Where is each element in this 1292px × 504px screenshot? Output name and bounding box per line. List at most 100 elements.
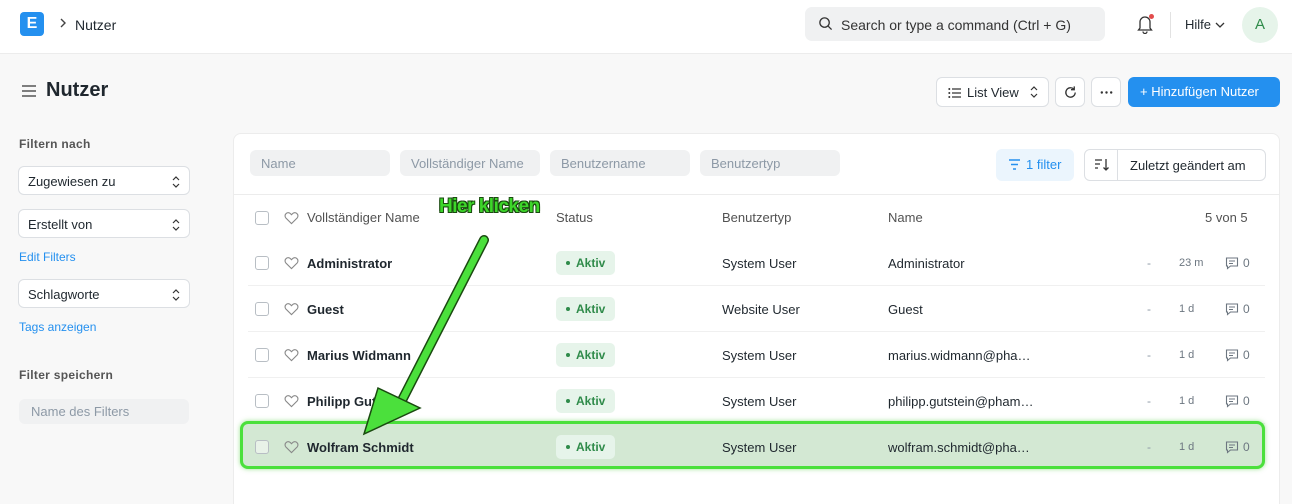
refresh-button[interactable] — [1055, 77, 1085, 107]
user-type-filter-input[interactable]: Benutzertyp — [700, 150, 840, 176]
refresh-icon — [1065, 86, 1076, 98]
created-by-filter[interactable]: Erstellt von — [18, 209, 190, 238]
row-user-type: System User — [722, 394, 797, 409]
row-checkbox[interactable] — [255, 348, 269, 362]
show-tags-link[interactable]: Tags anzeigen — [19, 320, 96, 334]
column-header-status: Status — [556, 210, 593, 225]
search-icon — [819, 17, 833, 31]
assigned-to-label: Zugewiesen zu — [28, 174, 116, 189]
sort-field-label: Zuletzt geändert am — [1130, 158, 1246, 173]
more-icon — [1100, 91, 1113, 94]
nav-divider — [1170, 12, 1171, 38]
edit-filters-link[interactable]: Edit Filters — [19, 250, 76, 264]
row-full-name[interactable]: Guest — [307, 302, 344, 317]
name-filter-placeholder: Name — [261, 156, 296, 171]
app-logo[interactable]: E — [20, 12, 44, 36]
row-checkbox[interactable] — [255, 394, 269, 408]
search-placeholder: Search or type a command (Ctrl + G) — [841, 17, 1071, 33]
user-type-filter-placeholder: Benutzertyp — [711, 156, 781, 171]
username-filter-input[interactable]: Benutzername — [550, 150, 690, 176]
assigned-to-filter[interactable]: Zugewiesen zu — [18, 166, 190, 195]
breadcrumb-chevron-icon — [58, 16, 68, 33]
sort-direction-button[interactable] — [1084, 149, 1118, 181]
row-dash: - — [1147, 440, 1151, 454]
sidebar-toggle-icon[interactable] — [21, 84, 37, 98]
comment-icon — [1225, 395, 1239, 408]
row-name: Guest — [888, 302, 923, 317]
status-badge: Aktiv — [556, 251, 615, 275]
notification-dot — [1149, 14, 1154, 19]
row-user-type: System User — [722, 440, 797, 455]
save-filter-heading: Filter speichern — [19, 368, 114, 382]
full-name-filter-input[interactable]: Vollständiger Name — [400, 150, 540, 176]
filter-heading: Filtern nach — [19, 137, 91, 151]
comment-icon — [1225, 303, 1239, 316]
heart-icon[interactable] — [284, 256, 299, 270]
tags-label: Schlagworte — [28, 287, 100, 302]
heart-icon[interactable] — [284, 394, 299, 408]
status-badge: Aktiv — [556, 343, 615, 367]
sort-field-button[interactable]: Zuletzt geändert am — [1117, 149, 1266, 181]
row-checkbox[interactable] — [255, 302, 269, 316]
list-view-label: List View — [967, 85, 1019, 100]
breadcrumb[interactable]: Nutzer — [75, 17, 116, 33]
row-name: philipp.gutstein@pham… — [888, 394, 1034, 409]
row-comment-count: 0 — [1243, 302, 1250, 316]
filter-name-placeholder: Name des Filters — [31, 404, 130, 419]
filter-count-label: 1 filter — [1026, 157, 1062, 172]
row-modified-time: 1 d — [1179, 303, 1195, 315]
name-filter-input[interactable]: Name — [250, 150, 390, 176]
row-dash: - — [1147, 302, 1151, 316]
add-user-label: + Hinzufügen Nutzer — [1140, 84, 1259, 99]
help-menu[interactable]: Hilfe — [1185, 17, 1211, 32]
column-header-user-type: Benutzertyp — [722, 210, 792, 225]
full-name-filter-placeholder: Vollständiger Name — [411, 156, 524, 171]
select-arrows-icon — [1030, 86, 1038, 98]
list-view-selector[interactable]: List View — [936, 77, 1049, 107]
search-bar[interactable]: Search or type a command (Ctrl + G) — [805, 7, 1105, 41]
row-comment-count: 0 — [1243, 394, 1250, 408]
row-checkbox[interactable] — [255, 256, 269, 270]
annotation-arrow-icon — [362, 235, 489, 436]
filter-name-input[interactable]: Name des Filters — [19, 399, 189, 424]
row-modified-time: 1 d — [1179, 441, 1195, 453]
row-name: Administrator — [888, 256, 965, 271]
username-filter-placeholder: Benutzername — [561, 156, 646, 171]
select-arrows-icon — [172, 219, 180, 231]
created-by-label: Erstellt von — [28, 217, 93, 232]
page-title: Nutzer — [46, 79, 109, 101]
row-checkbox[interactable] — [255, 440, 269, 454]
row-comment-count: 0 — [1243, 348, 1250, 362]
status-badge: Aktiv — [556, 389, 615, 413]
row-modified-time: 1 d — [1179, 395, 1195, 407]
row-name: marius.widmann@pha… — [888, 348, 1031, 363]
tags-filter[interactable]: Schlagworte — [18, 279, 190, 308]
select-all-checkbox[interactable] — [255, 211, 269, 225]
heart-icon[interactable] — [284, 348, 299, 362]
select-arrows-icon — [172, 289, 180, 301]
row-modified-time: 23 m — [1179, 257, 1204, 269]
filter-icon — [1009, 159, 1020, 170]
navbar: E Nutzer Search or type a command (Ctrl … — [0, 0, 1292, 54]
row-modified-time: 1 d — [1179, 349, 1195, 361]
select-arrows-icon — [172, 176, 180, 188]
column-header-name: Name — [888, 210, 923, 225]
heart-icon[interactable] — [284, 211, 299, 225]
filter-button[interactable]: 1 filter — [996, 149, 1074, 181]
status-badge: Aktiv — [556, 435, 615, 459]
row-dash: - — [1147, 348, 1151, 362]
annotation-label: Hier klicken — [439, 196, 540, 217]
row-comment-count: 0 — [1243, 440, 1250, 454]
list-icon — [948, 88, 961, 98]
more-actions-button[interactable] — [1091, 77, 1121, 107]
user-avatar[interactable]: A — [1242, 7, 1278, 43]
row-comment-count: 0 — [1243, 256, 1250, 270]
chevron-down-icon — [1215, 22, 1225, 28]
add-user-button[interactable]: + Hinzufügen Nutzer — [1128, 77, 1280, 107]
record-count: 5 von 5 — [1205, 210, 1248, 225]
row-dash: - — [1147, 256, 1151, 270]
comment-icon — [1225, 441, 1239, 454]
heart-icon[interactable] — [284, 302, 299, 316]
column-header-full-name: Vollständiger Name — [307, 210, 420, 225]
heart-icon[interactable] — [284, 440, 299, 454]
